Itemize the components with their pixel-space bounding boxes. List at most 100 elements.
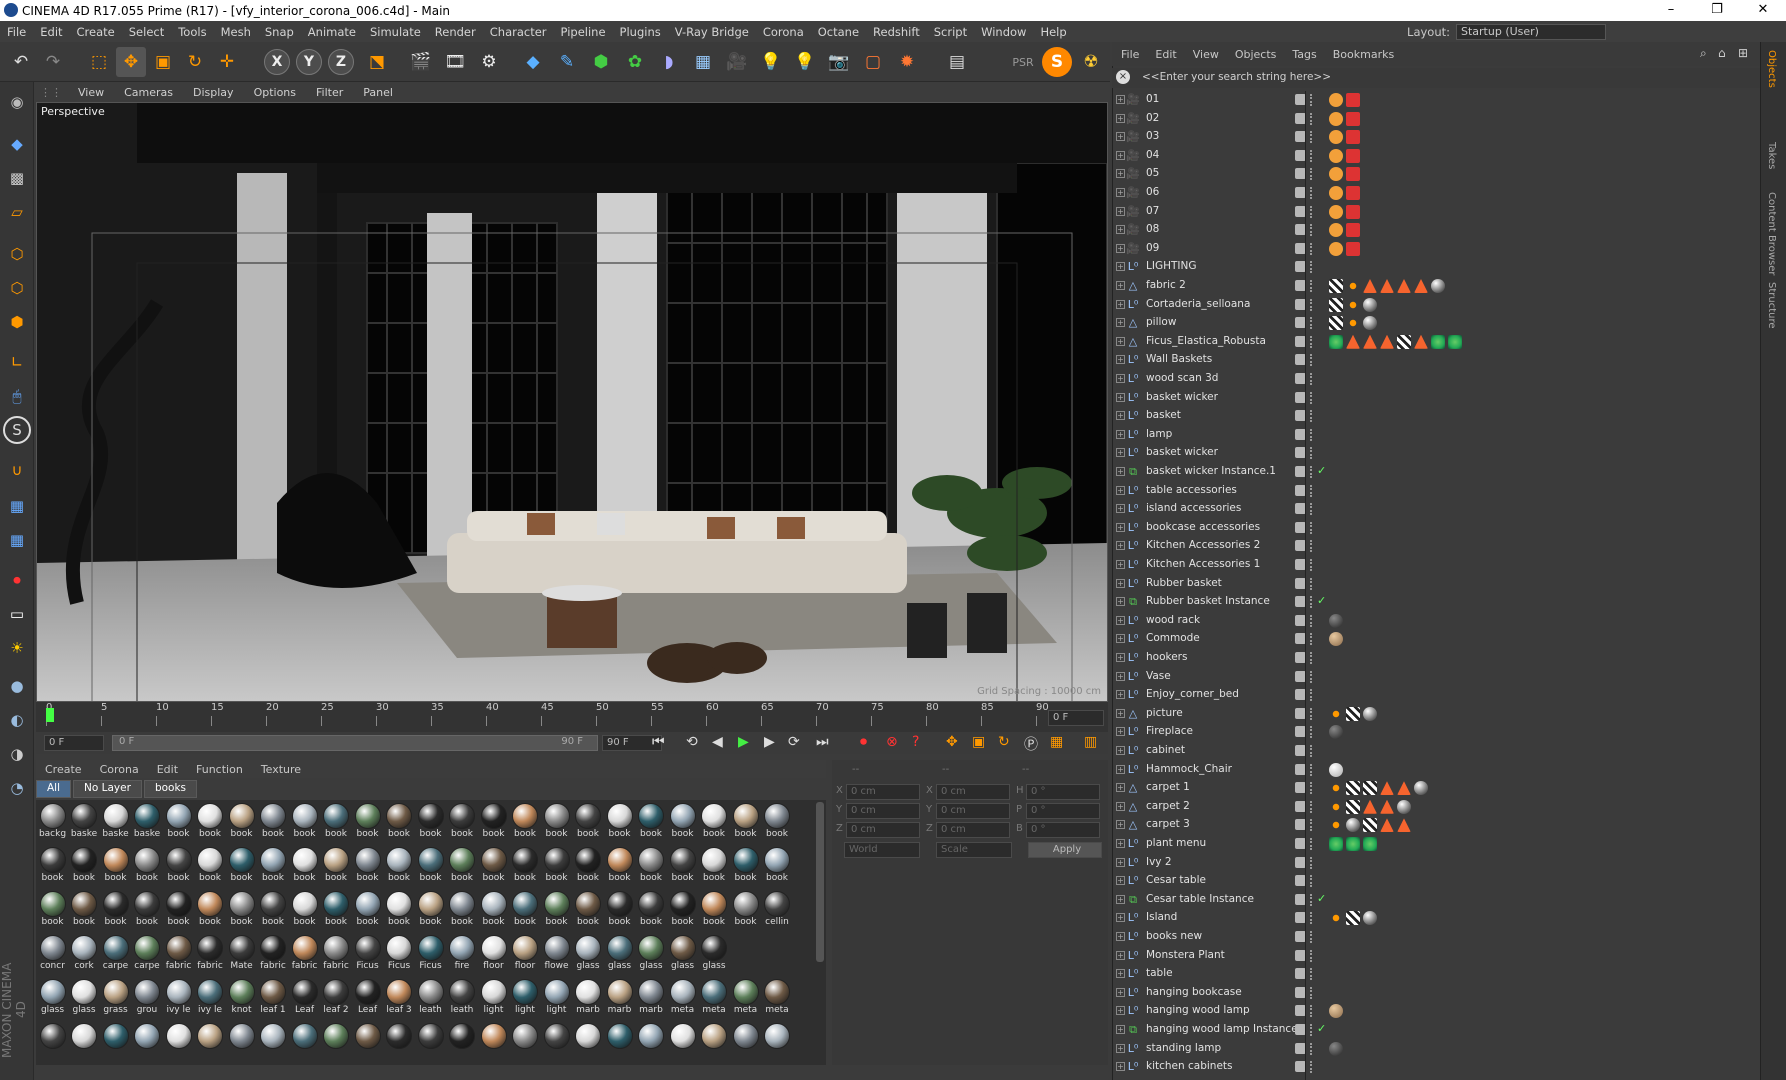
object-name[interactable]: Enjoy_corner_bed: [1146, 688, 1239, 700]
object-name[interactable]: Fireplace: [1146, 725, 1193, 737]
snap-icon[interactable]: S: [3, 416, 31, 444]
material-swatch[interactable]: Leaf: [290, 978, 319, 1020]
check-tag-icon[interactable]: [1346, 799, 1360, 814]
render-view-icon[interactable]: 🎬: [406, 47, 436, 77]
start-frame-field[interactable]: 0 F: [44, 735, 104, 751]
dot-tag-icon[interactable]: [1346, 279, 1360, 293]
h-rotation-field[interactable]: 0 °: [1026, 784, 1100, 800]
expand-toggle-icon[interactable]: +: [1116, 801, 1125, 811]
material-swatch[interactable]: glass: [668, 934, 697, 976]
object-name[interactable]: books new: [1146, 930, 1202, 942]
object-row[interactable]: + L⁰ Cortaderia_selloana: [1112, 296, 1752, 315]
expand-toggle-icon[interactable]: +: [1116, 857, 1125, 867]
material-swatch[interactable]: book: [133, 846, 162, 888]
expand-toggle-icon[interactable]: +: [1116, 969, 1125, 979]
material-swatch[interactable]: [416, 1022, 445, 1064]
material-swatch[interactable]: book: [259, 846, 288, 888]
subdivision-icon[interactable]: ⬢: [586, 47, 616, 77]
material-swatch[interactable]: [259, 1022, 288, 1064]
panel-grip-icon[interactable]: ⋮⋮: [34, 86, 68, 99]
visibility-dots-icon[interactable]: [1310, 466, 1316, 478]
material-swatch[interactable]: [479, 1022, 508, 1064]
material-swatch[interactable]: book: [605, 846, 634, 888]
visibility-dots-icon[interactable]: [1310, 447, 1316, 460]
material-swatch[interactable]: fire: [448, 934, 477, 976]
key-pla-icon[interactable]: ▦: [1050, 734, 1063, 750]
expand-toggle-icon[interactable]: +: [1116, 374, 1125, 383]
material-swatch[interactable]: book: [353, 846, 382, 888]
rs-tag-icon[interactable]: [1346, 241, 1360, 256]
tri-tag-icon[interactable]: [1380, 279, 1394, 293]
material-swatch[interactable]: marb: [605, 978, 634, 1020]
corona-sun-icon[interactable]: ✹: [892, 47, 922, 77]
expand-toggle-icon[interactable]: +: [1116, 876, 1125, 886]
visibility-dots-icon[interactable]: [1310, 391, 1316, 404]
object-row[interactable]: + L⁰ kitchen cabinets: [1112, 1058, 1752, 1077]
perspective-viewport[interactable]: Perspective Grid Spacing: 10000 cm: [36, 102, 1108, 702]
prev-frame-icon[interactable]: ◀: [712, 734, 723, 750]
material-swatch[interactable]: book: [385, 846, 414, 888]
scale-dropdown[interactable]: Scale: [936, 842, 1012, 858]
tri-tag-icon[interactable]: [1414, 334, 1428, 349]
object-name[interactable]: Cesar table Instance: [1146, 893, 1254, 905]
rs-tag-icon[interactable]: [1346, 167, 1360, 182]
material-swatch[interactable]: light: [542, 978, 571, 1020]
expand-toggle-icon[interactable]: +: [1116, 950, 1125, 960]
object-row[interactable]: + 🎥 06: [1112, 184, 1752, 203]
key-position-icon[interactable]: ✥: [946, 734, 958, 750]
object-row[interactable]: + ⧉ Rubber basket Instance ✓: [1112, 593, 1752, 612]
material-swatch[interactable]: meta: [668, 978, 697, 1020]
material-swatch[interactable]: glass: [605, 934, 634, 976]
expand-toggle-icon[interactable]: +: [1116, 485, 1125, 495]
expand-toggle-icon[interactable]: +: [1116, 429, 1125, 439]
visibility-dots-icon[interactable]: [1310, 1024, 1316, 1036]
object-name[interactable]: hanging bookcase: [1146, 986, 1242, 998]
material-swatch[interactable]: book: [542, 890, 571, 932]
phong-tag-icon[interactable]: [1329, 167, 1343, 182]
ball-tag-icon[interactable]: [1397, 799, 1411, 814]
undo-icon[interactable]: ↶: [6, 47, 36, 77]
x-axis-lock-button[interactable]: X: [264, 49, 290, 75]
rs-tag-icon[interactable]: [1346, 148, 1360, 163]
menu-v-ray-bridge[interactable]: V-Ray Bridge: [668, 25, 756, 39]
move-tool-icon[interactable]: ✥: [116, 47, 146, 77]
key-scale-icon[interactable]: ▣: [972, 734, 985, 750]
material-swatch[interactable]: book: [101, 846, 130, 888]
material-swatch[interactable]: glass: [637, 934, 666, 976]
expand-toggle-icon[interactable]: +: [1116, 95, 1125, 104]
corona-light-icon[interactable]: 💡: [790, 47, 820, 77]
object-name[interactable]: Ivy 2: [1146, 856, 1172, 868]
enabled-check-icon[interactable]: ✓: [1317, 594, 1326, 607]
dark-tag-icon[interactable]: [1329, 1041, 1343, 1056]
visibility-dots-icon[interactable]: [1310, 317, 1316, 330]
material-swatch[interactable]: book: [605, 890, 634, 932]
phong-tag-icon[interactable]: [1329, 148, 1343, 163]
material-swatch[interactable]: [385, 1022, 414, 1064]
object-name[interactable]: Rubber basket Instance: [1146, 595, 1270, 607]
object-row[interactable]: + L⁰ bookcase accessories: [1112, 519, 1752, 538]
check-tag-icon[interactable]: [1329, 316, 1343, 331]
visibility-dots-icon[interactable]: [1310, 94, 1316, 106]
material-swatch[interactable]: [700, 1022, 729, 1064]
material-swatch[interactable]: leaf 2: [322, 978, 351, 1020]
object-name[interactable]: 02: [1146, 112, 1159, 124]
live-selection-icon[interactable]: ⬚: [84, 47, 114, 77]
visibility-dots-icon[interactable]: [1310, 224, 1316, 237]
material-swatch[interactable]: fabric: [259, 934, 288, 976]
tweak-mode-icon[interactable]: 🖱: [3, 382, 31, 410]
menu-render[interactable]: Render: [428, 25, 483, 39]
coordinate-system-icon[interactable]: ⬔: [362, 47, 392, 77]
object-row[interactable]: + 🎥 01: [1112, 91, 1752, 110]
material-swatch[interactable]: [542, 1022, 571, 1064]
material-swatch[interactable]: book: [479, 846, 508, 888]
menu-mesh[interactable]: Mesh: [214, 25, 258, 39]
object-row[interactable]: + ⧉ Cesar table Instance ✓: [1112, 891, 1752, 910]
material-swatch[interactable]: [164, 1022, 193, 1064]
viewport-menu-view[interactable]: View: [68, 86, 114, 99]
object-row[interactable]: + 🎥 09: [1112, 240, 1752, 259]
object-name[interactable]: Kitchen Accessories 2: [1146, 539, 1260, 551]
phong-tag-icon[interactable]: [1329, 204, 1343, 219]
material-swatch[interactable]: glass: [700, 934, 729, 976]
viewport-menu-options[interactable]: Options: [244, 86, 306, 99]
object-name[interactable]: wood rack: [1146, 614, 1200, 626]
